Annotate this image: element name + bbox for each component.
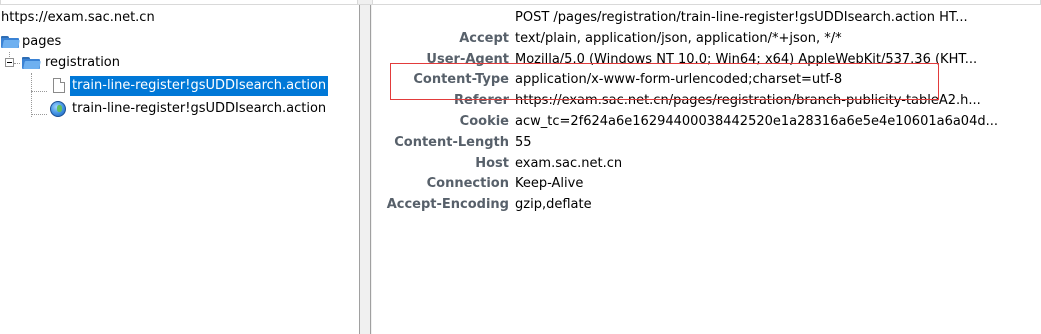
request-headers-panel[interactable]: POST /pages/registration/train-line-regi… (372, 5, 1041, 334)
header-row-host[interactable]: Host exam.sac.net.cn (372, 154, 1041, 174)
request-line: POST /pages/registration/train-line-regi… (515, 10, 968, 25)
header-value: Keep-Alive (515, 176, 584, 191)
header-name: Accept (459, 31, 509, 46)
tree-item-label: train-line-register!gsUDDIsearch.action (72, 101, 327, 116)
header-value: 55 (515, 135, 532, 150)
tree-root[interactable]: https://exam.sac.net.cn (0, 8, 359, 28)
header-name: Cookie (459, 114, 509, 129)
collapse-toggle-icon[interactable] (5, 58, 14, 67)
request-line-row[interactable]: POST /pages/registration/train-line-regi… (372, 8, 1041, 28)
tree-folder-pages[interactable]: pages (0, 32, 359, 52)
panel-splitter[interactable] (361, 5, 371, 334)
header-name: Content-Length (394, 135, 509, 150)
header-value: acw_tc=2f624a6e16294400038442520e1a28316… (515, 114, 998, 129)
folder-open-icon (22, 56, 41, 69)
tree-item-label: train-line-register!gsUDDIsearch.action (70, 76, 329, 96)
request-tree-panel[interactable]: https://exam.sac.net.cn pages registrati… (0, 5, 360, 334)
folder-open-icon (1, 35, 20, 48)
header-name: Connection (426, 176, 509, 191)
tree-item-request[interactable]: train-line-register!gsUDDIsearch.action (0, 99, 359, 119)
header-row-content-length[interactable]: Content-Length 55 (372, 133, 1041, 153)
header-row-accept-encoding[interactable]: Accept-Encoding gzip,deflate (372, 195, 1041, 215)
tree-folder-pages-label: pages (22, 34, 62, 49)
header-row-connection[interactable]: Connection Keep-Alive (372, 174, 1041, 194)
header-row-accept[interactable]: Accept text/plain, application/json, app… (372, 29, 1041, 49)
tree-item-request-selected[interactable]: train-line-register!gsUDDIsearch.action (0, 76, 359, 96)
header-value: exam.sac.net.cn (515, 156, 623, 171)
header-row-cookie[interactable]: Cookie acw_tc=2f624a6e16294400038442520e… (372, 112, 1041, 132)
header-name: Accept-Encoding (386, 197, 509, 212)
document-icon (53, 78, 65, 93)
header-name: Host (475, 156, 509, 171)
header-value: gzip,deflate (515, 197, 592, 212)
tree-folder-registration-label: registration (45, 55, 121, 70)
tree-folder-registration[interactable]: registration (0, 53, 359, 73)
tree-root-label: https://exam.sac.net.cn (1, 10, 155, 25)
header-value: text/plain, application/json, applicatio… (515, 31, 842, 46)
globe-icon (50, 101, 66, 117)
annotation-highlight-box (390, 63, 939, 100)
